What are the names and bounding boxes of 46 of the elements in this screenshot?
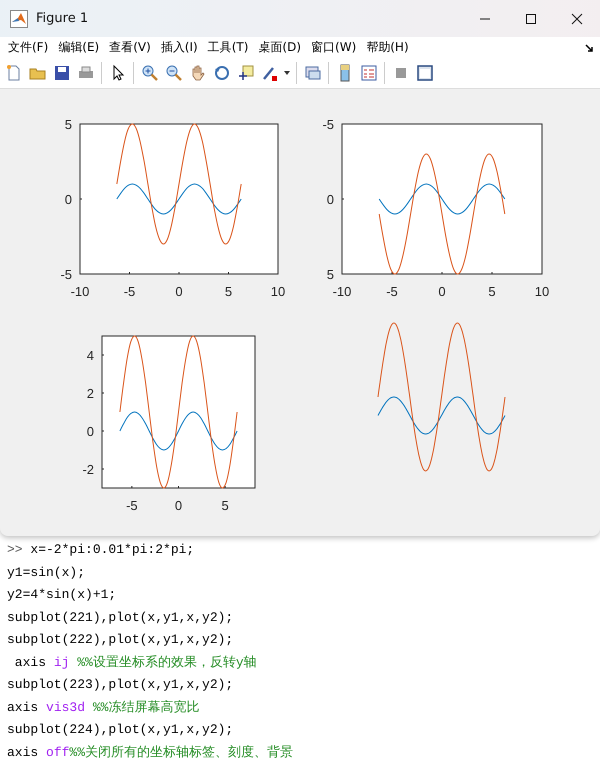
- code-line: subplot(222),plot(x,y1,x,y2);: [7, 631, 234, 649]
- tick-label: -5: [126, 498, 138, 513]
- tick-label: 5: [326, 267, 334, 282]
- tick-label: 2: [86, 386, 94, 401]
- menu-item[interactable]: 窗口(W): [306, 37, 362, 58]
- menu-item[interactable]: 查看(V): [104, 37, 156, 58]
- code-line: axis off%%关闭所有的坐标轴标签、刻度、背景: [7, 744, 294, 761]
- tick-label: 5: [222, 498, 229, 513]
- code-line: axis vis3d %%冻结屏幕高宽比: [7, 698, 200, 716]
- tick-label: 0: [438, 284, 446, 299]
- menu-item[interactable]: 帮助(H): [361, 37, 414, 58]
- app-logo-icon: [10, 10, 28, 28]
- tick-label: -10: [332, 284, 352, 299]
- menu-item[interactable]: 插入(I): [156, 37, 203, 58]
- expand-arrow-icon[interactable]: [585, 44, 594, 53]
- window-title: Figure 1: [36, 11, 90, 26]
- menu-item[interactable]: 工具(T): [202, 37, 254, 58]
- code-line: subplot(224),plot(x,y1,x,y2);: [7, 721, 234, 739]
- tick-label: 10: [534, 284, 550, 299]
- code-line: y2=4*sin(x)+1;: [7, 586, 116, 604]
- menu-item[interactable]: 编辑(E): [53, 37, 104, 58]
- tick-label: 5: [64, 117, 72, 132]
- tick-label: 10: [270, 284, 286, 299]
- tick-label: 0: [64, 192, 72, 207]
- tick-label: 4: [86, 348, 94, 363]
- tick-label: -5: [322, 117, 334, 132]
- code-line: >> x=-2*pi:0.01*pi:2*pi;: [7, 541, 194, 559]
- tick-label: 0: [174, 498, 182, 513]
- menu-item[interactable]: 文件(F): [3, 37, 54, 58]
- code-line: y1=sin(x);: [7, 564, 86, 582]
- tick-label: -5: [60, 267, 72, 282]
- close-icon[interactable]: [571, 12, 583, 24]
- tick-label: -2: [82, 462, 94, 477]
- tick-label: 0: [86, 424, 94, 439]
- code-line: axis ij %%设置坐标系的效果，反转y轴: [14, 654, 257, 672]
- code-line: subplot(221),plot(x,y1,x,y2);: [7, 608, 234, 626]
- tick-label: -10: [70, 284, 90, 299]
- tick-label: -5: [386, 284, 398, 299]
- tick-label: 5: [224, 284, 232, 299]
- maximize-icon[interactable]: [525, 12, 537, 24]
- tick-label: 5: [488, 284, 496, 299]
- tick-label: 0: [175, 284, 183, 299]
- tick-label: -5: [124, 284, 136, 299]
- tick-label: 0: [326, 192, 334, 207]
- code-line: subplot(223),plot(x,y1,x,y2);: [7, 676, 234, 694]
- menu-item[interactable]: 桌面(D): [253, 37, 306, 58]
